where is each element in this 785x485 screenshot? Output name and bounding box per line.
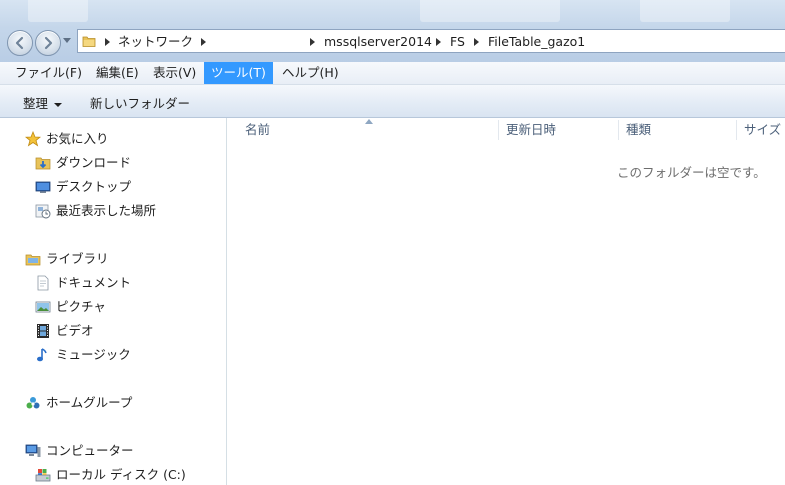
library-icon bbox=[25, 254, 41, 266]
folder-icon bbox=[82, 36, 96, 47]
chevron-down-icon bbox=[54, 102, 63, 107]
breadcrumb-filetable[interactable]: FileTable_gazo1 bbox=[488, 34, 585, 49]
navigation-pane[interactable]: お気に入り ダウンロード デスクトップ 最近表示した場所 ライブラリ ドキュメン… bbox=[0, 118, 227, 485]
breadcrumb-separator-icon[interactable] bbox=[201, 38, 206, 46]
column-divider[interactable] bbox=[736, 120, 737, 140]
nav-label: ドキュメント bbox=[56, 275, 132, 290]
forward-arrow-icon bbox=[44, 36, 53, 50]
column-header-modified[interactable]: 更新日時 bbox=[506, 118, 556, 142]
organize-label: 整理 bbox=[23, 96, 49, 111]
menu-view[interactable]: 表示(V) bbox=[146, 62, 203, 84]
downloads-folder-icon bbox=[35, 157, 51, 170]
breadcrumb-separator-icon[interactable] bbox=[310, 38, 315, 46]
computer-icon bbox=[25, 444, 41, 457]
column-header-type[interactable]: 種類 bbox=[626, 118, 651, 142]
new-folder-button[interactable]: 新しいフォルダー bbox=[90, 93, 190, 112]
recent-pages-dropdown-icon[interactable] bbox=[63, 38, 71, 44]
blurred-title-area bbox=[28, 0, 88, 22]
music-note-icon bbox=[37, 348, 47, 362]
breadcrumb-separator-icon[interactable] bbox=[436, 38, 441, 46]
back-arrow-icon bbox=[15, 36, 24, 50]
blurred-title-area bbox=[640, 0, 730, 22]
menu-tools[interactable]: ツール(T) bbox=[204, 62, 273, 84]
breadcrumb-server[interactable]: mssqlserver2014 bbox=[324, 34, 432, 49]
breadcrumb-fs[interactable]: FS bbox=[450, 34, 465, 49]
empty-folder-message: このフォルダーは空です。 bbox=[617, 165, 766, 180]
desktop-icon bbox=[35, 181, 51, 193]
nav-label: 最近表示した場所 bbox=[56, 203, 157, 218]
menu-help[interactable]: ヘルプ(H) bbox=[275, 62, 346, 84]
forward-button[interactable] bbox=[35, 30, 61, 56]
address-bar[interactable]: ネットワーク mssqlserver2014 FS FileTable_gazo… bbox=[77, 29, 785, 53]
blurred-title-area bbox=[420, 0, 560, 22]
nav-label: ビデオ bbox=[56, 323, 94, 338]
column-divider[interactable] bbox=[618, 120, 619, 140]
column-header-size[interactable]: サイズ bbox=[744, 118, 781, 142]
window-titlebar: ネットワーク mssqlserver2014 FS FileTable_gazo… bbox=[0, 0, 785, 63]
document-icon bbox=[37, 275, 49, 291]
menu-edit[interactable]: 編集(E) bbox=[89, 62, 146, 84]
breadcrumb-separator-icon[interactable] bbox=[474, 38, 479, 46]
star-icon bbox=[25, 131, 41, 147]
nav-label: ダウンロード bbox=[56, 155, 132, 170]
breadcrumb-separator-icon[interactable] bbox=[105, 38, 110, 46]
drive-icon bbox=[35, 469, 51, 482]
nav-label: ミュージック bbox=[56, 347, 131, 362]
column-divider[interactable] bbox=[498, 120, 499, 140]
menu-file[interactable]: ファイル(F) bbox=[8, 62, 89, 84]
column-header-name[interactable]: 名前 bbox=[245, 118, 270, 142]
breadcrumb-network[interactable]: ネットワーク bbox=[118, 34, 193, 49]
file-list-pane[interactable]: 名前 更新日時 種類 サイズ このフォルダーは空です。 bbox=[227, 118, 785, 485]
command-bar: 整理 新しいフォルダー bbox=[0, 85, 785, 118]
nav-label: ピクチャ bbox=[56, 299, 106, 314]
homegroup-icon bbox=[26, 397, 40, 409]
film-icon bbox=[37, 324, 49, 338]
nav-label: コンピューター bbox=[46, 443, 134, 458]
menu-bar: ファイル(F) 編集(E) 表示(V) ツール(T) ヘルプ(H) bbox=[0, 62, 785, 85]
organize-button[interactable]: 整理 bbox=[23, 93, 63, 112]
nav-label: ローカル ディスク (C:) bbox=[56, 467, 186, 482]
sort-ascending-icon bbox=[365, 119, 373, 124]
nav-label: お気に入り bbox=[46, 131, 109, 146]
nav-label: デスクトップ bbox=[56, 179, 132, 194]
pictures-icon bbox=[35, 301, 51, 313]
back-button[interactable] bbox=[7, 30, 33, 56]
nav-label: ホームグループ bbox=[46, 395, 133, 410]
nav-label: ライブラリ bbox=[46, 251, 109, 266]
recent-places-icon bbox=[35, 204, 51, 219]
